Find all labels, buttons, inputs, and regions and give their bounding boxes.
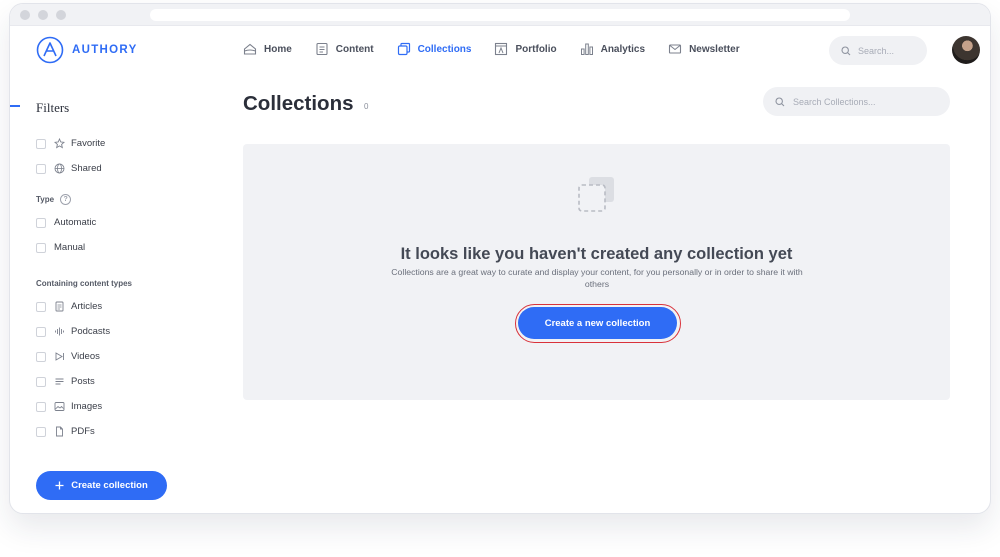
window-maximize-dot[interactable] [56,10,66,20]
plus-icon [55,481,64,490]
filter-posts[interactable]: Posts [36,376,95,387]
nav-item-analytics[interactable]: Analytics [580,42,645,56]
collections-search-placeholder: Search Collections... [793,96,876,107]
pdfs-label: PDFs [71,426,95,437]
main-nav: Home Content Collections Portfolio Analy… [243,42,763,56]
manual-label: Manual [54,242,86,253]
browser-titlebar [10,4,990,26]
filter-favorite[interactable]: Favorite [36,138,105,149]
user-avatar[interactable] [952,36,980,64]
filter-images[interactable]: Images [36,401,102,412]
filter-shared[interactable]: Shared [36,163,102,174]
app-window: AUTHORY Home Content Collections Portfol… [9,3,991,514]
nav-label-collections: Collections [417,43,472,55]
filter-manual[interactable]: Manual [36,242,85,253]
posts-icon [55,378,64,385]
brand-name: AUTHORY [72,44,138,56]
favorite-checkbox[interactable] [36,138,46,149]
collections-count: 0 [364,102,369,111]
videos-checkbox[interactable] [36,351,46,362]
help-icon[interactable]: ? [60,194,72,205]
home-icon [243,43,257,55]
article-icon [55,301,64,312]
posts-label: Posts [71,376,95,387]
podcast-icon [55,327,64,336]
podcasts-label: Podcasts [71,326,111,337]
window-minimize-dot[interactable] [38,10,48,20]
global-search-input[interactable]: Search... [829,36,927,65]
newsletter-icon [669,44,682,54]
filter-automatic[interactable]: Automatic [36,217,96,228]
collections-search-input[interactable]: Search Collections... [763,87,950,116]
manual-checkbox[interactable] [36,242,46,253]
star-icon [54,138,65,149]
automatic-label: Automatic [54,217,97,228]
images-checkbox[interactable] [36,401,46,412]
favorite-label: Favorite [71,138,106,149]
nav-item-portfolio[interactable]: Portfolio [494,42,557,56]
automatic-checkbox[interactable] [36,217,46,228]
nav-label-newsletter: Newsletter [689,43,740,55]
global-search-placeholder: Search... [858,45,895,56]
search-icon [775,96,785,106]
content-icon [316,42,328,56]
pdfs-checkbox[interactable] [36,426,46,437]
brand-logo[interactable]: AUTHORY [36,36,138,64]
articles-checkbox[interactable] [36,301,46,312]
pdf-icon [56,426,63,437]
search-icon [841,45,851,55]
analytics-icon [580,43,593,55]
videos-label: Videos [71,351,100,362]
nav-item-collections[interactable]: Collections [397,42,472,56]
nav-label-analytics: Analytics [600,43,646,55]
podcasts-checkbox[interactable] [36,326,46,337]
filter-videos[interactable]: Videos [36,351,100,362]
type-section-label: Type ? [36,194,72,205]
globe-icon [54,163,65,174]
address-bar[interactable] [150,9,850,21]
filter-articles[interactable]: Articles [36,301,102,312]
empty-state-title: It looks like you haven't created any co… [400,245,793,263]
create-new-collection-button[interactable]: Create a new collection [518,307,677,339]
nav-item-home[interactable]: Home [243,42,292,56]
nav-item-content[interactable]: Content [315,42,374,56]
authory-logo-icon [36,36,64,64]
portfolio-icon [495,42,508,56]
page-title: Collections [243,92,354,115]
create-collection-button[interactable]: Create collection [36,471,167,500]
filter-podcasts[interactable]: Podcasts [36,326,110,337]
nav-label-home: Home [264,43,292,55]
empty-state-panel: It looks like you haven't created any co… [243,144,950,400]
nav-label-content: Content [335,43,374,55]
empty-collection-icon [578,177,614,212]
nav-item-newsletter[interactable]: Newsletter [668,42,740,56]
type-label: Type [36,195,55,204]
nav-label-portfolio: Portfolio [515,43,557,55]
video-icon [55,352,64,361]
sidebar-accent-line [10,105,20,107]
window-close-dot[interactable] [20,10,30,20]
images-label: Images [71,401,103,412]
posts-checkbox[interactable] [36,376,46,387]
collections-icon [397,42,410,56]
filter-pdfs[interactable]: PDFs [36,426,95,437]
empty-state-description: Collections are a great way to curate an… [391,267,803,289]
create-collection-label: Create collection [71,480,148,491]
image-icon [54,402,65,411]
shared-checkbox[interactable] [36,163,46,174]
shared-label: Shared [71,163,102,174]
content-types-section-label: Containing content types [36,279,132,288]
filters-heading: Filters [36,100,70,115]
articles-label: Articles [71,301,103,312]
